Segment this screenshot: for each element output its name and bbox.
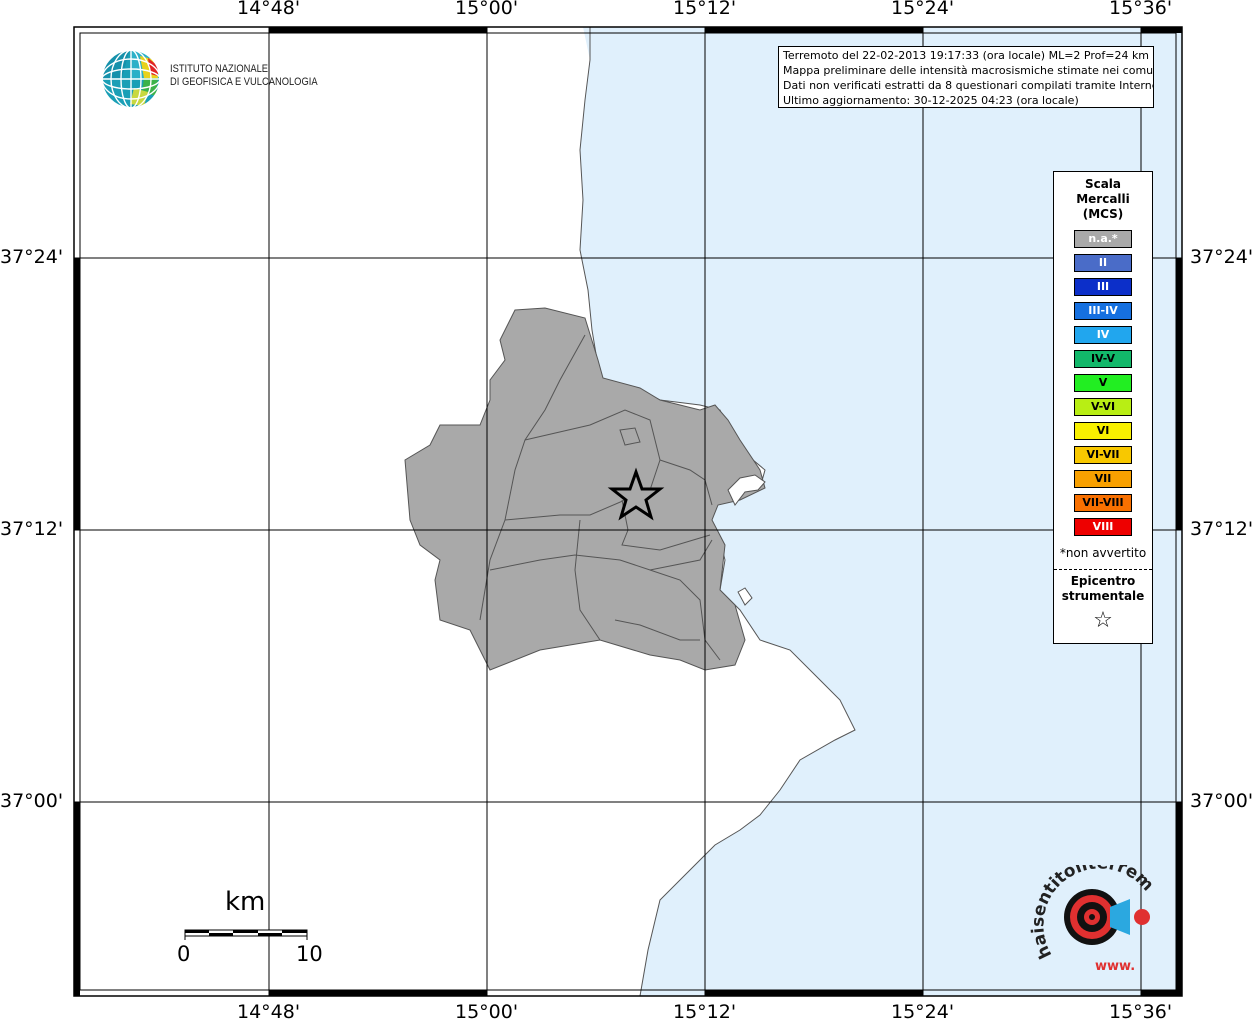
event-info-line4: Ultimo aggiornamento: 30-12-2025 04:23 (… xyxy=(783,94,1079,107)
ingv-logo-line2: DI GEOFISICA E VULCANOLOGIA xyxy=(170,76,318,88)
target-megaphone-icon: haisentitoilterremoto.it www. xyxy=(1030,865,1158,974)
watermark-prefix: www. xyxy=(1095,959,1135,974)
legend-epicenter-label: Epicentro strumentale xyxy=(1054,574,1152,604)
scale-bar-max: 10 xyxy=(296,942,323,966)
lat-label-left-1: 37°24' xyxy=(0,246,64,268)
event-info-line3: Dati non verificati estratti da 8 questi… xyxy=(783,79,1154,92)
legend-epicenter-line1: Epicentro xyxy=(1070,574,1136,588)
scale-bar-unit: km xyxy=(225,887,266,917)
lon-label-bottom-1: 14°48' xyxy=(237,1001,301,1023)
event-info-line2: Mappa preliminare delle intensità macros… xyxy=(783,64,1154,77)
legend-title: Scala Mercalli (MCS) xyxy=(1054,177,1152,222)
lat-label-right-3: 37°00' xyxy=(1190,790,1254,812)
ingv-logo-text: ISTITUTO NAZIONALE DI GEOFISICA E VULCAN… xyxy=(170,63,318,89)
legend-title-line1: Scala xyxy=(1084,177,1122,191)
legend-note: *non avvertito xyxy=(1059,546,1147,560)
lat-label-left-2: 37°12' xyxy=(0,518,64,540)
lat-label-right-1: 37°24' xyxy=(1190,246,1254,268)
lon-label-bottom-5: 15°36' xyxy=(1109,1001,1173,1023)
lon-label-bottom-2: 15°00' xyxy=(455,1001,519,1023)
lon-label-bottom-4: 15°24' xyxy=(891,1001,955,1023)
ingv-logo-line1: ISTITUTO NAZIONALE xyxy=(170,63,269,75)
event-info-line1: Terremoto del 22-02-2013 19:17:33 (ora l… xyxy=(783,49,1150,62)
mcs-legend: Scala Mercalli (MCS) n.a.* II III III-IV IV I… xyxy=(1053,171,1153,644)
lat-label-right-2: 37°12' xyxy=(1190,518,1254,540)
legend-item-10: VII xyxy=(1074,470,1132,488)
legend-item-8: VI xyxy=(1074,422,1132,440)
legend-item-0: n.a.* xyxy=(1074,230,1132,248)
legend-item-6: V xyxy=(1074,374,1132,392)
lon-label-top-4: 15°24' xyxy=(891,0,955,19)
legend-item-7: V-VI xyxy=(1074,398,1132,416)
lon-label-bottom-3: 15°12' xyxy=(673,1001,737,1023)
event-info-box: Terremoto del 22-02-2013 19:17:33 (ora l… xyxy=(778,46,1154,108)
legend-item-3: III-IV xyxy=(1074,302,1132,320)
lon-label-top-1: 14°48' xyxy=(237,0,301,19)
ingv-globe-icon xyxy=(101,49,161,109)
legend-item-4: IV xyxy=(1074,326,1132,344)
legend-item-2: III xyxy=(1074,278,1132,296)
legend-epicenter-line2: strumentale xyxy=(1061,589,1145,603)
lon-label-top-5: 15°36' xyxy=(1109,0,1173,19)
legend-item-5: IV-V xyxy=(1074,350,1132,368)
legend-item-11: VII-VIII xyxy=(1074,494,1132,512)
legend-item-9: VI-VII xyxy=(1074,446,1132,464)
legend-title-line2: Mercalli xyxy=(1076,192,1130,206)
legend-item-1: II xyxy=(1074,254,1132,272)
legend-star-icon: ☆ xyxy=(1093,608,1113,633)
legend-separator xyxy=(1054,569,1152,570)
lon-label-top-2: 15°00' xyxy=(455,0,519,19)
scale-bar-min: 0 xyxy=(177,942,191,966)
legend-title-line3: (MCS) xyxy=(1082,207,1124,221)
legend-item-12: VIII xyxy=(1074,518,1132,536)
lat-label-left-3: 37°00' xyxy=(0,790,64,812)
lon-label-top-3: 15°12' xyxy=(673,0,737,19)
